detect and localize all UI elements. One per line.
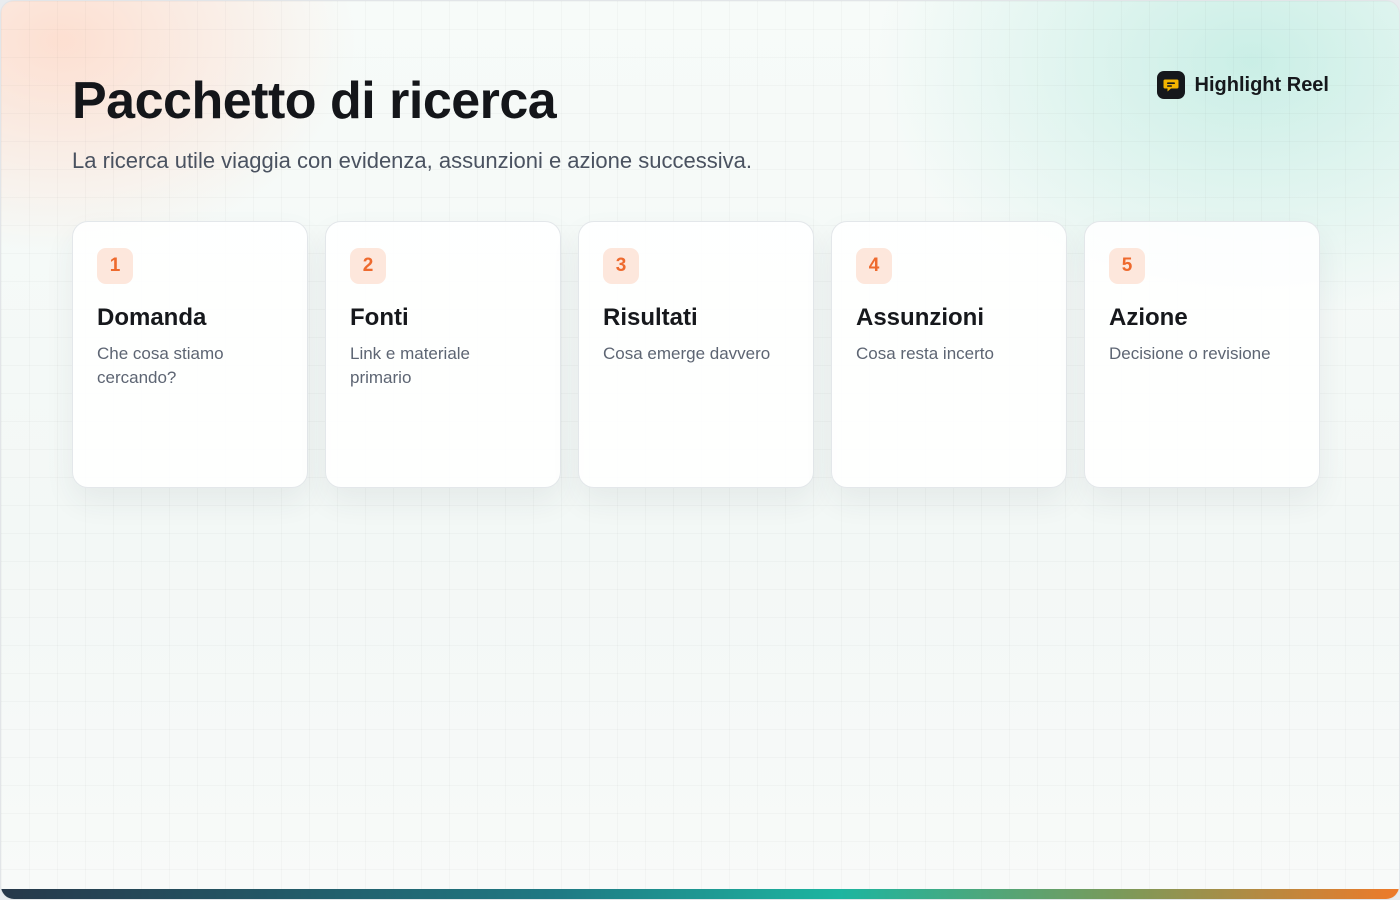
- page-subtitle: La ricerca utile viaggia con evidenza, a…: [72, 148, 752, 173]
- step-description: Link e materiale primario: [350, 344, 471, 387]
- step-number-badge: 2: [350, 248, 386, 284]
- step-title: Domanda: [97, 304, 207, 331]
- step-number-badge: 3: [603, 248, 639, 284]
- bottom-gradient-bar: [1, 889, 1399, 899]
- step-number-badge: 5: [1109, 248, 1145, 284]
- step-card-results: 3 Risultati Cosa emerge davvero: [578, 221, 814, 488]
- step-card-assumptions: 4 Assunzioni Cosa resta incerto: [831, 221, 1067, 488]
- step-description: Cosa resta incerto: [856, 344, 994, 363]
- step-title: Risultati: [603, 304, 698, 331]
- step-title: Assunzioni: [856, 304, 985, 331]
- step-card-sources: 2 Fonti Link e materiale primario: [325, 221, 561, 488]
- page-title: Pacchetto di ricerca: [72, 72, 557, 130]
- brand-logo: Highlight Reel: [1156, 71, 1329, 99]
- step-number-badge: 4: [856, 248, 892, 284]
- brand-name: Highlight Reel: [1194, 73, 1329, 96]
- step-card-question: 1 Domanda Che cosa stiamo cercando?: [72, 221, 308, 488]
- step-description: Decisione o revisione: [1109, 344, 1271, 363]
- step-number-badge: 1: [97, 248, 133, 284]
- step-card-action: 5 Azione Decisione o revisione: [1084, 221, 1320, 488]
- step-title: Azione: [1109, 304, 1188, 331]
- slide-frame: Pacchetto di ricerca La ricerca utile vi…: [0, 0, 1400, 900]
- step-description: Che cosa stiamo cercando?: [97, 344, 224, 387]
- step-title: Fonti: [350, 304, 409, 331]
- step-description: Cosa emerge davvero: [603, 344, 771, 363]
- steps-row: 1 Domanda Che cosa stiamo cercando? 2 Fo…: [72, 221, 1320, 488]
- speech-bubble-icon: [1156, 71, 1185, 99]
